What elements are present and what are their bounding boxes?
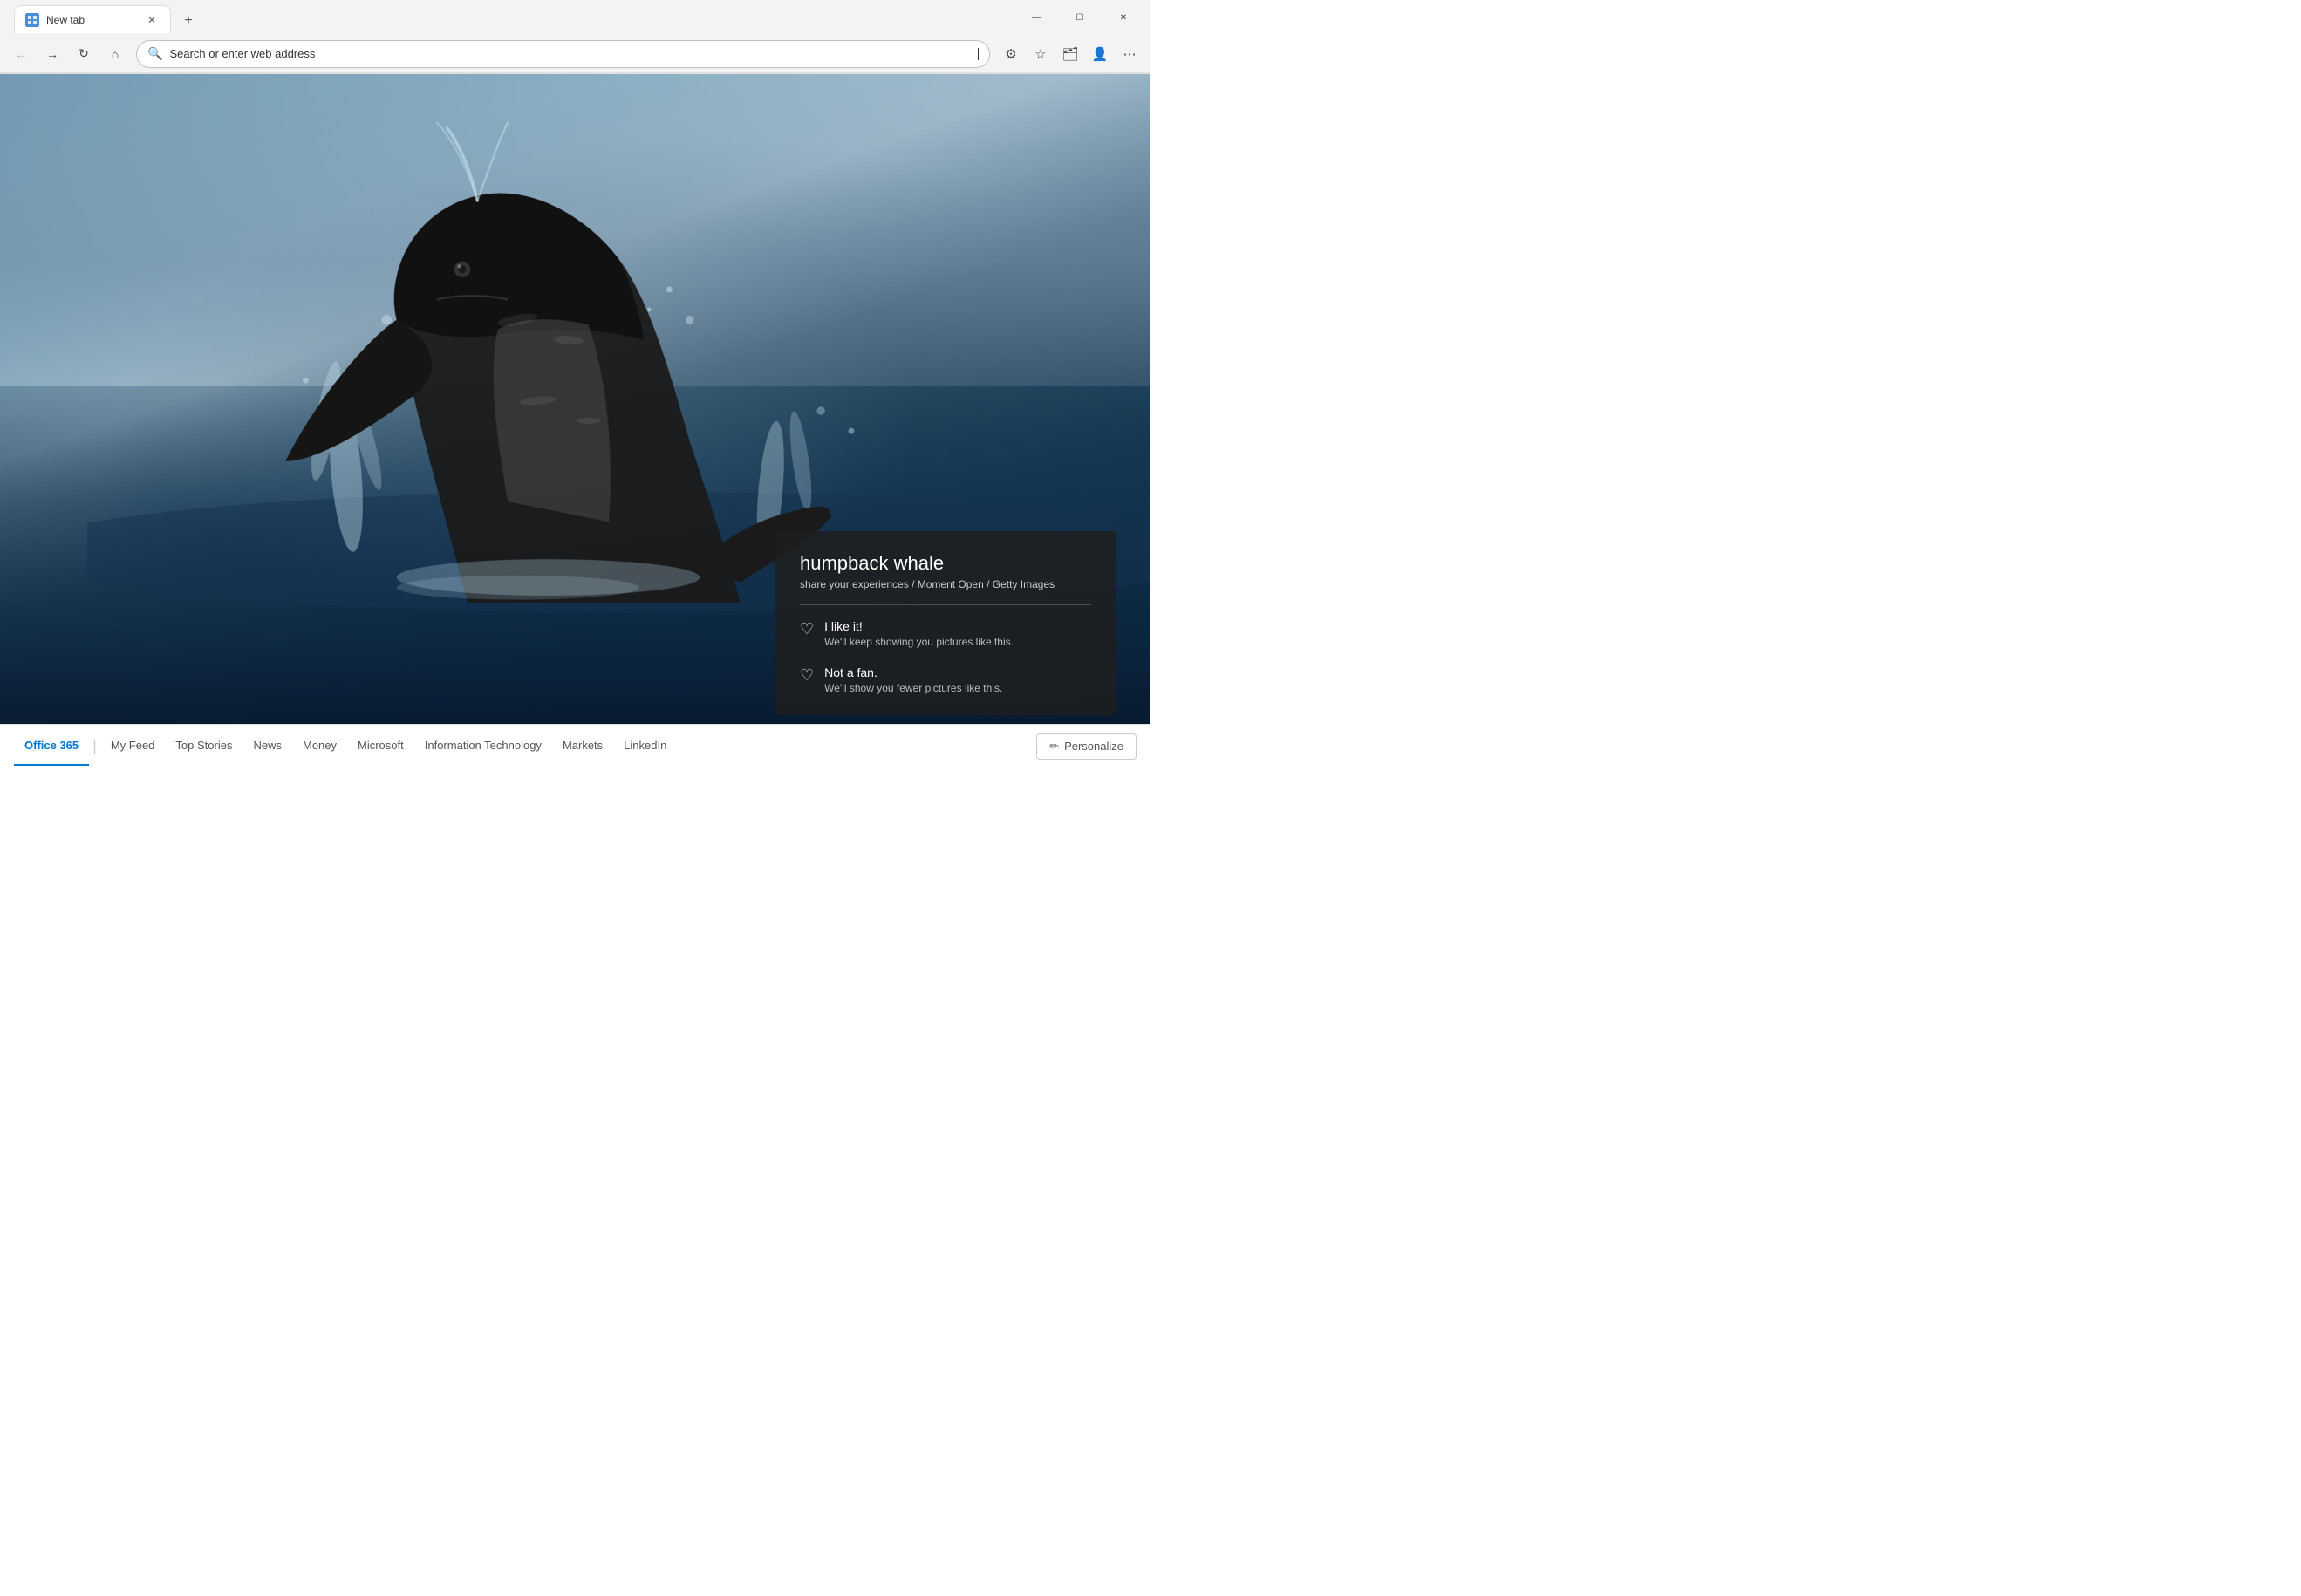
dislike-text-block: Not a fan. We'll show you fewer pictures… xyxy=(824,665,1002,694)
info-divider xyxy=(800,604,1091,605)
toolbar-action-icons: ⚙ ☆ 🗂 👤 ⋯ xyxy=(997,40,1144,68)
text-cursor xyxy=(978,48,979,60)
bottom-nav: Office 365 | My Feed Top Stories News Mo… xyxy=(0,724,1150,767)
tab-title: New tab xyxy=(46,14,137,26)
personalize-button[interactable]: ✏ Personalize xyxy=(1036,733,1137,760)
page-settings-button[interactable]: ⚙ xyxy=(997,40,1025,68)
nav-microsoft[interactable]: Microsoft xyxy=(347,726,414,766)
like-heart-icon: ♡ xyxy=(800,620,814,638)
forward-button[interactable]: → xyxy=(38,40,66,68)
maximize-button[interactable]: ☐ xyxy=(1060,3,1100,31)
favorites-button[interactable]: ☆ xyxy=(1027,40,1055,68)
new-tab-button[interactable]: + xyxy=(174,9,202,33)
back-button[interactable]: ← xyxy=(7,40,35,68)
nav-topstories[interactable]: Top Stories xyxy=(165,726,242,766)
window-controls: — ☐ ✕ xyxy=(1016,3,1144,31)
nav-infotech[interactable]: Information Technology xyxy=(414,726,552,766)
search-icon: 🔍 xyxy=(147,46,162,61)
refresh-button[interactable]: ↻ xyxy=(70,40,98,68)
address-bar[interactable]: 🔍 xyxy=(136,40,990,68)
nav-office365[interactable]: Office 365 xyxy=(14,726,89,766)
tab-favicon xyxy=(25,13,39,27)
active-tab[interactable]: New tab ✕ xyxy=(14,5,171,33)
browser-chrome: New tab ✕ + — ☐ ✕ ← → ↻ ⌂ 🔍 xyxy=(0,0,1150,74)
close-button[interactable]: ✕ xyxy=(1103,3,1144,31)
dislike-desc: We'll show you fewer pictures like this. xyxy=(824,682,1002,694)
tab-close-button[interactable]: ✕ xyxy=(144,12,160,28)
like-desc: We'll keep showing you pictures like thi… xyxy=(824,636,1014,648)
like-title: I like it! xyxy=(824,619,1014,633)
hero-subtitle: share your experiences / Moment Open / G… xyxy=(800,578,1091,590)
dislike-title: Not a fan. xyxy=(824,665,1002,679)
title-bar: New tab ✕ + — ☐ ✕ xyxy=(0,0,1150,35)
browser-toolbar: ← → ↻ ⌂ 🔍 ⚙ ☆ 🗂 👤 ⋯ xyxy=(0,35,1150,73)
nav-linkedin[interactable]: LinkedIn xyxy=(613,726,677,766)
tab-bar: New tab ✕ + xyxy=(7,2,209,33)
personalize-label: Personalize xyxy=(1064,740,1123,753)
info-panel: humpback whale share your experiences / … xyxy=(775,531,1116,715)
hero-title: humpback whale xyxy=(800,552,1091,575)
more-button[interactable]: ⋯ xyxy=(1116,40,1144,68)
nav-myfeed[interactable]: My Feed xyxy=(100,726,166,766)
collections-button[interactable]: 🗂 xyxy=(1056,40,1084,68)
minimize-button[interactable]: — xyxy=(1016,3,1056,31)
dislike-option[interactable]: ♡ Not a fan. We'll show you fewer pictur… xyxy=(800,665,1091,694)
nav-markets[interactable]: Markets xyxy=(552,726,613,766)
main-content: humpback whale share your experiences / … xyxy=(0,74,1150,767)
like-option[interactable]: ♡ I like it! We'll keep showing you pict… xyxy=(800,619,1091,648)
nav-news[interactable]: News xyxy=(242,726,292,766)
nav-money[interactable]: Money xyxy=(292,726,347,766)
dislike-heart-icon: ♡ xyxy=(800,666,814,685)
personalize-icon: ✏ xyxy=(1049,740,1059,754)
profile-button[interactable]: 👤 xyxy=(1086,40,1114,68)
address-input[interactable] xyxy=(169,47,971,60)
home-button[interactable]: ⌂ xyxy=(101,40,129,68)
nav-separator: | xyxy=(89,737,100,755)
like-text-block: I like it! We'll keep showing you pictur… xyxy=(824,619,1014,648)
